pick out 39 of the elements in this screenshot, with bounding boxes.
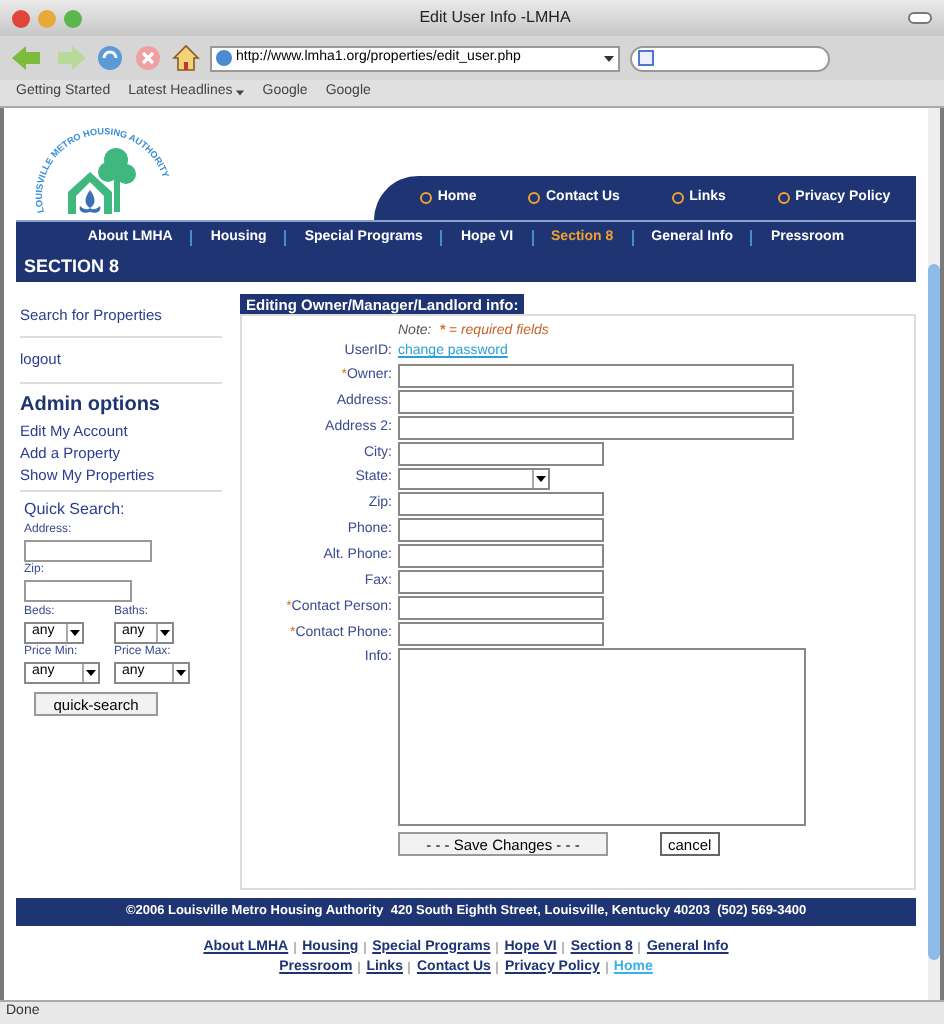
input-field[interactable]: [398, 544, 604, 568]
select-field[interactable]: [398, 468, 550, 490]
dropdown-arrow-icon: [532, 470, 548, 488]
stop-icon[interactable]: [134, 44, 162, 72]
zoom-icon[interactable]: [64, 9, 82, 27]
input-field[interactable]: [398, 390, 794, 414]
input-field[interactable]: [398, 364, 794, 388]
input-field[interactable]: [398, 596, 604, 620]
dropdown-arrow-icon: [66, 623, 82, 641]
input-field[interactable]: [398, 622, 604, 646]
section-title: SECTION 8: [24, 254, 120, 281]
search-field[interactable]: [630, 45, 830, 71]
input-field[interactable]: [24, 539, 152, 561]
toolbar-toggle-icon[interactable]: [908, 12, 932, 24]
admin-options-heading: Admin options: [20, 391, 162, 419]
reload-icon[interactable]: [96, 44, 124, 72]
text-area[interactable]: [398, 648, 806, 826]
dropdown-arrow-icon: [172, 663, 188, 681]
input-field[interactable]: [398, 416, 794, 440]
search-engine-icon: [638, 50, 654, 66]
quick-search-heading: Quick Search:: [24, 497, 127, 521]
scrollbar[interactable]: [928, 108, 940, 1000]
bullet-icon: [528, 192, 540, 204]
input-field[interactable]: [398, 442, 604, 466]
dropdown-arrow-icon[interactable]: [604, 55, 614, 61]
window-title: Edit User Info -LMHA: [417, 6, 573, 30]
home-icon[interactable]: [172, 44, 200, 72]
input-field[interactable]: [398, 570, 604, 594]
bullet-icon: [777, 192, 790, 204]
dropdown-arrow-icon: [236, 90, 245, 96]
bullet-icon: [419, 192, 432, 204]
globe-icon: [216, 50, 232, 66]
input-field[interactable]: [398, 518, 604, 542]
close-icon[interactable]: [12, 9, 30, 27]
dropdown-arrow-icon: [82, 663, 98, 681]
input-field[interactable]: [24, 579, 132, 601]
input-field[interactable]: [398, 492, 604, 516]
bullet-icon: [671, 192, 684, 204]
dropdown-arrow-icon: [156, 623, 172, 641]
